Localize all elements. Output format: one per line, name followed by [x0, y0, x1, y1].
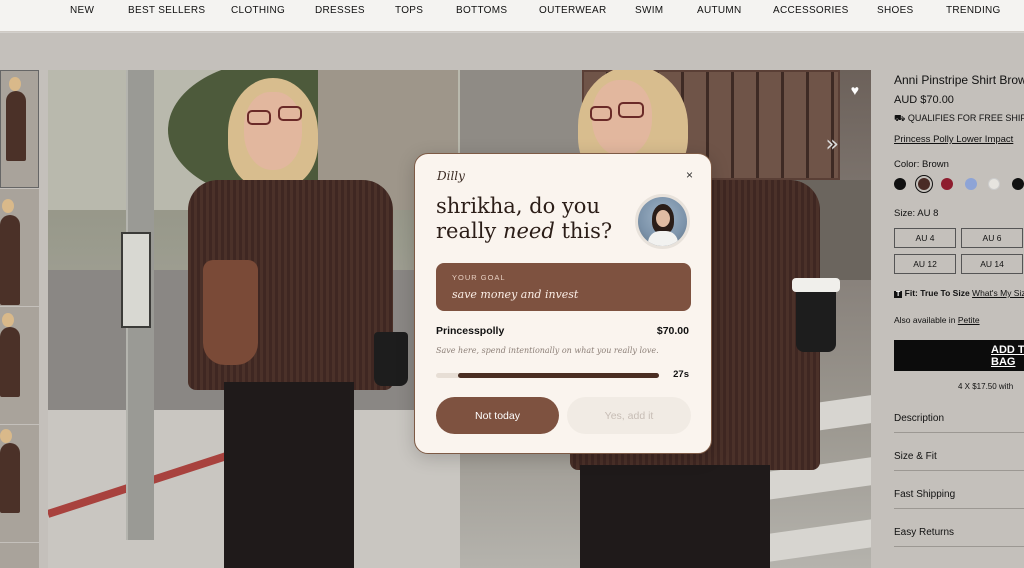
- product-photo-left[interactable]: [48, 70, 460, 568]
- accordion-fast-shipping[interactable]: Fast Shipping: [894, 489, 1024, 509]
- nav-item-tops[interactable]: TOPS: [395, 5, 423, 16]
- swatch-black-2[interactable]: [1012, 178, 1024, 190]
- swatch-brown[interactable]: [915, 175, 933, 193]
- countdown-timer: 27s: [673, 369, 689, 380]
- thumbnail-2[interactable]: [0, 189, 39, 306]
- product-title: Anni Pinstripe Shirt Brown: [894, 73, 1024, 87]
- close-icon[interactable]: ×: [686, 168, 693, 182]
- petite-link[interactable]: Petite: [958, 315, 980, 325]
- whats-my-size-link[interactable]: What's My Size: [972, 288, 1024, 298]
- thumb-figure: [0, 443, 20, 513]
- fit-info: T Fit: True To Size What's My Size: [894, 288, 1024, 298]
- thumb-figure-head: [0, 429, 12, 443]
- swatch-white[interactable]: [988, 178, 1000, 190]
- yes-add-it-button[interactable]: Yes, add it: [567, 397, 691, 434]
- thumb-figure: [6, 91, 26, 161]
- headline-post: this?: [554, 219, 613, 243]
- nav-item-dresses[interactable]: DRESSES: [315, 5, 365, 16]
- free-shipping-text: QUALIFIES FOR FREE SHIPPING: [907, 113, 1024, 123]
- thumb-figure: [0, 215, 20, 305]
- avatar-body: [648, 231, 678, 246]
- nav-item-clothing[interactable]: CLOTHING: [231, 5, 285, 16]
- also-available: Also available in Petite: [894, 315, 980, 325]
- thumbnail-5[interactable]: [0, 543, 39, 568]
- not-today-button[interactable]: Not today: [436, 397, 559, 434]
- nav-item-best-sellers[interactable]: BEST SELLERS: [128, 5, 205, 16]
- top-nav: NEW BEST SELLERS CLOTHING DRESSES TOPS B…: [0, 0, 1024, 32]
- model-pants: [580, 465, 770, 568]
- swatch-burgundy[interactable]: [941, 178, 953, 190]
- swatch-blue[interactable]: [965, 178, 977, 190]
- dilly-logo: Dilly: [437, 169, 465, 183]
- size-label: Size: AU 8: [894, 208, 939, 219]
- glasses-left-lens: [247, 110, 271, 125]
- countdown-progress-bar: [436, 373, 659, 378]
- handbag: [203, 260, 258, 365]
- size-au-14-button[interactable]: AU 14: [961, 254, 1023, 274]
- dilly-modal: Dilly × shrikha, do you really need this…: [414, 153, 712, 454]
- heart-icon[interactable]: ♥: [851, 82, 859, 98]
- thumb-figure: [0, 327, 20, 397]
- thumb-figure-head: [2, 199, 14, 213]
- countdown-progress-fill: [458, 373, 659, 378]
- crosswalk-button-box: [121, 232, 151, 328]
- headline-emphasis: need: [502, 219, 555, 243]
- modal-headline: shrikha, do you really need this?: [436, 194, 636, 244]
- accordion-description[interactable]: Description: [894, 413, 1024, 433]
- nav-item-trending[interactable]: TRENDING: [946, 5, 1001, 16]
- afterpay-note: 4 X $17.50 with: [958, 382, 1014, 391]
- nav-item-autumn[interactable]: AUTUMN: [697, 5, 742, 16]
- avatar-face: [656, 210, 670, 227]
- free-shipping-note: ⛟ QUALIFIES FOR FREE SHIPPING: [894, 113, 1024, 125]
- truck-icon: ⛟: [894, 113, 906, 123]
- goal-value: save money and invest: [452, 288, 579, 301]
- product-details-panel: Anni Pinstripe Shirt Brown AUD $70.00 ⛟ …: [871, 70, 1024, 568]
- product-price: AUD $70.00: [894, 94, 954, 106]
- color-label: Color: Brown: [894, 159, 949, 170]
- glasses-left-lens: [590, 106, 612, 121]
- swatch-black[interactable]: [894, 178, 906, 190]
- add-to-bag-button[interactable]: ADD TO BAG: [894, 340, 1024, 371]
- model-pants: [224, 382, 354, 568]
- size-au-4-button[interactable]: AU 4: [894, 228, 956, 248]
- also-available-text: Also available in: [894, 315, 956, 325]
- lower-impact-link[interactable]: Princess Polly Lower Impact: [894, 134, 1013, 145]
- thumbnail-strip: [0, 70, 39, 568]
- chevron-right-icon[interactable]: »: [826, 132, 839, 157]
- glasses-right-lens: [278, 106, 302, 121]
- coffee-cup: [796, 288, 836, 352]
- merchant-name: Princesspolly: [436, 325, 505, 337]
- tshirt-icon: T: [894, 291, 903, 298]
- purchase-amount: $70.00: [656, 325, 689, 337]
- goal-card: YOUR GOAL save money and invest: [436, 263, 691, 311]
- thumbnail-1[interactable]: [0, 70, 39, 188]
- size-au-6-button[interactable]: AU 6: [961, 228, 1023, 248]
- nav-item-bottoms[interactable]: BOTTOMS: [456, 5, 507, 16]
- thumbnail-4[interactable]: [0, 425, 39, 542]
- model-face: [244, 92, 302, 170]
- accordion-size-fit[interactable]: Size & Fit: [894, 451, 1024, 471]
- avatar: [635, 194, 690, 249]
- glasses-right-lens: [618, 102, 644, 118]
- accordion-easy-returns[interactable]: Easy Returns: [894, 527, 1024, 547]
- goal-label: YOUR GOAL: [452, 273, 506, 282]
- thumb-figure-head: [9, 77, 21, 91]
- nav-item-outerwear[interactable]: OUTERWEAR: [539, 5, 607, 16]
- fit-text: Fit: True To Size: [904, 288, 970, 298]
- nav-item-shoes[interactable]: SHOES: [877, 5, 914, 16]
- coffee-cup: [374, 332, 408, 386]
- coffee-cup-lid: [792, 278, 840, 292]
- headline-pre: really: [436, 219, 503, 243]
- modal-tagline: Save here, spend intentionally on what y…: [436, 346, 659, 355]
- nav-item-accessories[interactable]: ACCESSORIES: [773, 5, 849, 16]
- thumb-figure-head: [2, 313, 14, 327]
- nav-item-new[interactable]: NEW: [70, 5, 94, 16]
- color-swatches: [894, 175, 1024, 193]
- headline-line-1: shrikha, do you: [436, 194, 600, 218]
- size-au-12-button[interactable]: AU 12: [894, 254, 956, 274]
- nav-item-swim[interactable]: SWIM: [635, 5, 663, 16]
- thumbnail-3[interactable]: [0, 307, 39, 424]
